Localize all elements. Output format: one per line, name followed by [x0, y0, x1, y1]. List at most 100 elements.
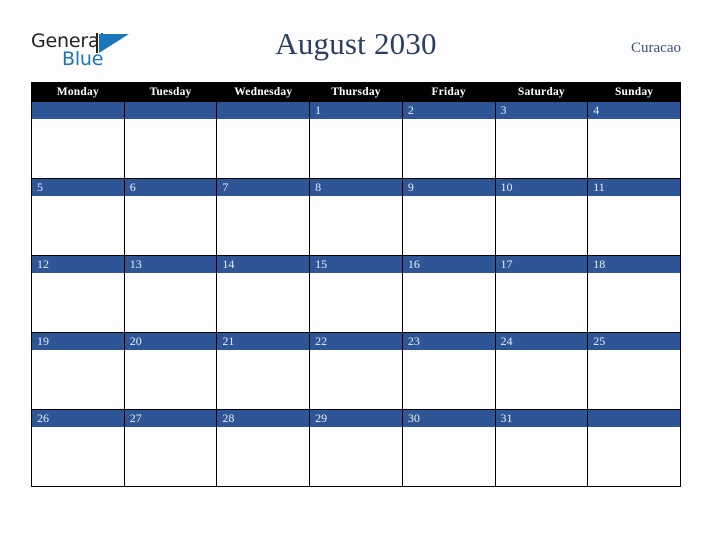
day-cell-body[interactable]: [32, 427, 124, 486]
day-cell-body[interactable]: [310, 350, 402, 409]
day-cell[interactable]: 6: [123, 178, 218, 256]
day-cell[interactable]: 23: [401, 332, 496, 410]
day-cell[interactable]: [123, 101, 218, 179]
day-number: 2: [402, 102, 495, 119]
day-cell-body[interactable]: [496, 273, 588, 332]
day-cell[interactable]: 30: [401, 409, 496, 487]
day-cell-body[interactable]: [496, 196, 588, 255]
day-number: 17: [495, 256, 588, 273]
day-number: 12: [32, 256, 124, 273]
day-cell[interactable]: [216, 101, 311, 179]
weekday-header-monday: Monday: [31, 82, 125, 102]
day-cell[interactable]: 22: [309, 332, 403, 410]
country-label: Curacao: [631, 40, 681, 56]
day-cell-body[interactable]: [217, 427, 309, 486]
day-cell-body[interactable]: [496, 119, 588, 178]
calendar-grid: Monday Tuesday Wednesday Thursday Friday…: [31, 82, 681, 487]
day-cell[interactable]: 19: [31, 332, 125, 410]
day-cell-body[interactable]: [217, 350, 309, 409]
day-cell[interactable]: 28: [216, 409, 311, 487]
day-cell-body[interactable]: [217, 273, 309, 332]
day-number: 21: [217, 333, 310, 350]
day-cell[interactable]: 4: [587, 101, 681, 179]
day-cell-body[interactable]: [125, 196, 217, 255]
day-cell-body[interactable]: [403, 273, 495, 332]
weekday-header-row: Monday Tuesday Wednesday Thursday Friday…: [31, 82, 681, 102]
day-cell-body[interactable]: [217, 196, 309, 255]
day-cell[interactable]: 29: [309, 409, 403, 487]
day-cell-body[interactable]: [310, 196, 402, 255]
day-cell-body[interactable]: [125, 273, 217, 332]
weekday-header-wednesday: Wednesday: [216, 82, 311, 102]
day-cell-body[interactable]: [310, 427, 402, 486]
day-cell[interactable]: 20: [123, 332, 218, 410]
weekday-header-sunday: Sunday: [587, 82, 681, 102]
day-cell-body[interactable]: [32, 196, 124, 255]
day-cell-body[interactable]: [217, 119, 309, 178]
calendar-page: General Blue August 2030 Curacao Monday …: [0, 0, 712, 550]
day-cell[interactable]: 7: [216, 178, 311, 256]
day-cell[interactable]: [31, 101, 125, 179]
day-number: 16: [402, 256, 495, 273]
day-number: 28: [217, 410, 310, 427]
day-cell[interactable]: 5: [31, 178, 125, 256]
day-cell[interactable]: 1: [309, 101, 403, 179]
day-cell[interactable]: 13: [123, 255, 218, 333]
day-cell-body[interactable]: [588, 119, 680, 178]
day-cell-body[interactable]: [125, 427, 217, 486]
day-cell-body[interactable]: [588, 273, 680, 332]
day-cell[interactable]: 12: [31, 255, 125, 333]
day-cell-body[interactable]: [32, 350, 124, 409]
day-cell-body[interactable]: [588, 350, 680, 409]
day-cell[interactable]: 15: [309, 255, 403, 333]
day-number: 30: [402, 410, 495, 427]
day-number: 29: [310, 410, 402, 427]
day-cell-body[interactable]: [310, 119, 402, 178]
day-cell[interactable]: 25: [587, 332, 681, 410]
day-number: [124, 102, 217, 119]
day-cell[interactable]: 21: [216, 332, 311, 410]
day-number: [32, 102, 124, 119]
page-title: August 2030: [275, 26, 437, 61]
day-cell-body[interactable]: [403, 119, 495, 178]
day-cell-body[interactable]: [32, 119, 124, 178]
day-cell-body[interactable]: [588, 196, 680, 255]
day-cell-body[interactable]: [32, 273, 124, 332]
day-cell[interactable]: [587, 409, 681, 487]
day-cell-body[interactable]: [496, 350, 588, 409]
day-cell[interactable]: 24: [494, 332, 589, 410]
weekday-header-tuesday: Tuesday: [123, 82, 218, 102]
day-number: 11: [588, 179, 680, 196]
day-cell[interactable]: 31: [494, 409, 589, 487]
day-cell-body[interactable]: [496, 427, 588, 486]
day-cell[interactable]: 14: [216, 255, 311, 333]
day-number: 13: [124, 256, 217, 273]
day-cell[interactable]: 2: [401, 101, 496, 179]
day-cell[interactable]: 27: [123, 409, 218, 487]
day-cell[interactable]: 10: [494, 178, 589, 256]
day-cell[interactable]: 18: [587, 255, 681, 333]
day-number: 24: [495, 333, 588, 350]
day-cell-body[interactable]: [125, 350, 217, 409]
day-cell[interactable]: 17: [494, 255, 589, 333]
day-number: 4: [588, 102, 680, 119]
day-number: 9: [402, 179, 495, 196]
day-cell-body[interactable]: [403, 196, 495, 255]
day-cell-body[interactable]: [403, 427, 495, 486]
day-cell[interactable]: 8: [309, 178, 403, 256]
day-cell-body[interactable]: [125, 119, 217, 178]
day-cell[interactable]: 9: [401, 178, 496, 256]
day-number: 7: [217, 179, 310, 196]
day-number: 15: [310, 256, 402, 273]
day-cell[interactable]: 11: [587, 178, 681, 256]
day-cell-body[interactable]: [588, 427, 680, 486]
day-cell[interactable]: 16: [401, 255, 496, 333]
day-cell-body[interactable]: [403, 350, 495, 409]
day-number: 20: [124, 333, 217, 350]
day-number: 3: [495, 102, 588, 119]
day-cell-body[interactable]: [310, 273, 402, 332]
day-number: 10: [495, 179, 588, 196]
day-cell[interactable]: 3: [494, 101, 589, 179]
day-cell[interactable]: 26: [31, 409, 125, 487]
calendar-body: 1 2 3 4 5 6 7 8 9 10 11 12 13 14 15 16 1…: [31, 101, 681, 487]
